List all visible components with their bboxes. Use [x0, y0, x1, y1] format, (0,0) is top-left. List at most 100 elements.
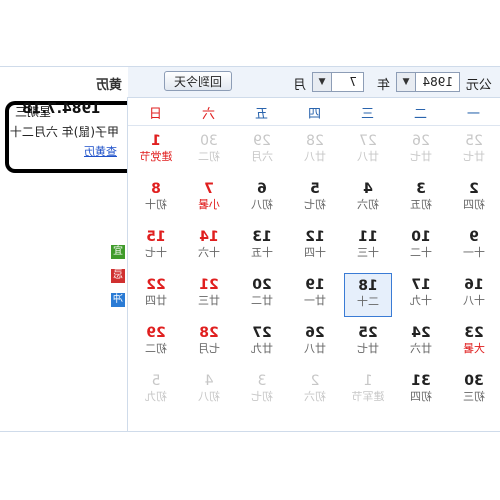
- day-cell[interactable]: 5 初九: [132, 369, 180, 413]
- day-number: 26: [305, 325, 325, 341]
- day-cell[interactable]: 9 十一: [450, 225, 498, 269]
- lunar-day: 大暑: [463, 342, 485, 355]
- day-cell[interactable]: 31 初四: [397, 369, 445, 413]
- day-number: 4: [204, 373, 214, 389]
- day-cell-today[interactable]: 18 二十: [344, 273, 392, 317]
- day-number: 29: [253, 133, 271, 149]
- lunar-day: 小暑: [198, 198, 220, 211]
- day-cell[interactable]: 1 建党节: [132, 129, 180, 173]
- day-number: 30: [464, 373, 484, 389]
- lunar-day: 十五: [251, 246, 273, 259]
- lunar-day: 初八: [251, 198, 273, 211]
- back-to-today-button[interactable]: 回到今天: [164, 71, 232, 91]
- day-number: 21: [199, 277, 219, 293]
- chevron-down-icon[interactable]: ▼: [397, 73, 416, 91]
- day-number: 1: [363, 373, 373, 389]
- day-grid: 25 廿七 26 廿七 27 廿八 28 廿八 29 六月 30 初二 1 建党节 2 初四 3 初五 4 初六 5 初七…: [128, 125, 500, 425]
- day-cell[interactable]: 30 初三: [450, 369, 498, 413]
- lunar-day: 廿七: [463, 150, 485, 163]
- day-cell[interactable]: 28 七月: [185, 321, 233, 365]
- lunar-day: 初五: [410, 198, 432, 211]
- day-cell[interactable]: 25 廿七: [450, 129, 498, 173]
- day-cell[interactable]: 26 廿八: [291, 321, 339, 365]
- day-cell[interactable]: 20 廿二: [238, 273, 286, 317]
- day-cell[interactable]: 29 初二: [132, 321, 180, 365]
- day-cell[interactable]: 1 建军节: [344, 369, 392, 413]
- day-number: 10: [411, 229, 431, 245]
- day-number: 2: [469, 181, 479, 197]
- day-cell[interactable]: 17 十九: [397, 273, 445, 317]
- year-label: 年: [376, 78, 390, 93]
- day-cell[interactable]: 3 初七: [238, 369, 286, 413]
- day-cell[interactable]: 15 十七: [132, 225, 180, 269]
- day-number: 11: [358, 229, 378, 245]
- almanac-link[interactable]: 查黄历: [84, 143, 117, 159]
- day-cell[interactable]: 14 十六: [185, 225, 233, 269]
- lunar-day: 建党节: [139, 150, 173, 163]
- lunar-day: 廿七: [357, 342, 379, 355]
- calendar-toolbar: 公元 1984 ▼ 年 7 ▼ 月 回到今天: [128, 67, 500, 98]
- lunar-day: 建军节: [351, 390, 385, 403]
- chevron-down-icon[interactable]: ▼: [313, 73, 332, 91]
- day-number: 4: [363, 181, 373, 197]
- day-number: 26: [412, 133, 430, 149]
- day-cell[interactable]: 27 廿九: [238, 321, 286, 365]
- auspicious-tag: 宜: [111, 245, 125, 259]
- day-number: 19: [305, 277, 325, 293]
- day-cell[interactable]: 4 初八: [185, 369, 233, 413]
- day-cell[interactable]: 7 小暑: [185, 177, 233, 221]
- lunar-day: 廿一: [304, 294, 326, 307]
- inauspicious-tag: 忌: [111, 269, 125, 283]
- day-cell[interactable]: 23 大暑: [450, 321, 498, 365]
- day-number: 25: [465, 133, 483, 149]
- day-number: 16: [464, 277, 484, 293]
- day-cell[interactable]: 13 十五: [238, 225, 286, 269]
- day-cell[interactable]: 2 初四: [450, 177, 498, 221]
- lunar-day: 十七: [145, 246, 167, 259]
- lunar-day: 初十: [145, 198, 167, 211]
- day-cell[interactable]: 6 初八: [238, 177, 286, 221]
- day-number: 15: [146, 229, 166, 245]
- year-value: 1984: [422, 75, 453, 89]
- day-cell[interactable]: 8 初十: [132, 177, 180, 221]
- day-cell[interactable]: 19 廿一: [291, 273, 339, 317]
- day-number: 12: [305, 229, 325, 245]
- day-number: 31: [411, 373, 431, 389]
- day-cell[interactable]: 10 十二: [397, 225, 445, 269]
- day-number: 9: [469, 229, 479, 245]
- day-number: 25: [358, 325, 378, 341]
- day-cell[interactable]: 4 初六: [344, 177, 392, 221]
- weekday-label: 三: [361, 107, 375, 122]
- lunar-day: 廿三: [198, 294, 220, 307]
- day-cell[interactable]: 26 廿七: [397, 129, 445, 173]
- lunar-day: 廿八: [304, 150, 326, 163]
- day-cell[interactable]: 22 廿四: [132, 273, 180, 317]
- lunar-day: 十二: [410, 246, 432, 259]
- day-cell[interactable]: 12 十四: [291, 225, 339, 269]
- year-select[interactable]: 1984 ▼: [396, 72, 460, 92]
- day-cell[interactable]: 21 廿三: [185, 273, 233, 317]
- lunar-day: 廿四: [145, 294, 167, 307]
- day-cell[interactable]: 5 初七: [291, 177, 339, 221]
- day-number: 22: [146, 277, 166, 293]
- day-cell[interactable]: 29 六月: [238, 129, 286, 173]
- day-cell[interactable]: 2 初六: [291, 369, 339, 413]
- day-cell[interactable]: 24 廿六: [397, 321, 445, 365]
- day-cell[interactable]: 3 初五: [397, 177, 445, 221]
- mirrored-frame: 公元 1984 ▼ 年 7 ▼ 月 回到今天 黄历 一二三四五六日 25 廿七 26…: [0, 0, 500, 500]
- lunar-day: 十四: [304, 246, 326, 259]
- month-select[interactable]: 7 ▼: [312, 72, 364, 92]
- day-cell[interactable]: 11 十三: [344, 225, 392, 269]
- day-cell[interactable]: 28 廿八: [291, 129, 339, 173]
- day-cell[interactable]: 30 初二: [185, 129, 233, 173]
- day-cell[interactable]: 27 廿八: [344, 129, 392, 173]
- calendar-widget: 公元 1984 ▼ 年 7 ▼ 月 回到今天 黄历 一二三四五六日 25 廿七 26…: [0, 66, 500, 432]
- era-label: 公元: [465, 78, 492, 93]
- day-number: 17: [411, 277, 431, 293]
- lunar-day: 二十: [357, 295, 379, 308]
- day-cell[interactable]: 16 十八: [450, 273, 498, 317]
- lunar-day: 初二: [145, 342, 167, 355]
- day-cell[interactable]: 25 廿七: [344, 321, 392, 365]
- lunar-day: 十八: [463, 294, 485, 307]
- lunar-day: 十六: [198, 246, 220, 259]
